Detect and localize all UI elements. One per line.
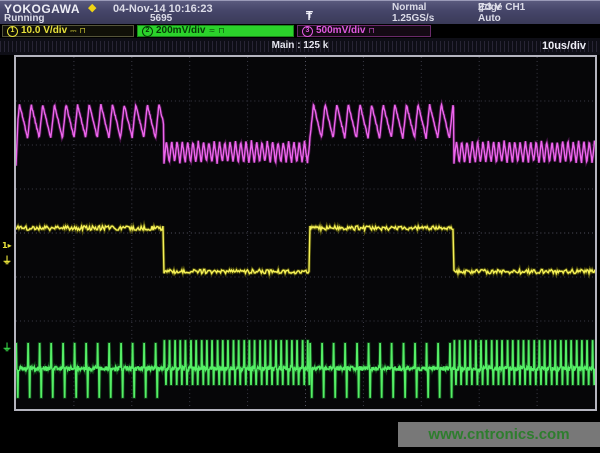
channel-2-coupling-icon: ≂	[208, 25, 215, 37]
time-per-div-label: 10us/div	[542, 40, 586, 52]
acquisition-count: 5695	[150, 13, 172, 24]
scope-header: YOKOGAWA ◆ 04-Nov-14 10:16:23 Running 56…	[0, 0, 600, 24]
trigger-top-marker: T	[306, 11, 313, 21]
channel-1-number-icon: 1	[7, 26, 18, 37]
sample-rate-label: 1.25GS/s	[392, 13, 434, 24]
waveform-display	[16, 57, 595, 409]
ch2-ground-marker: ⏚	[2, 344, 12, 354]
trigger-level-label: 2.3 V	[478, 2, 501, 13]
record-length-label: Main : 125 k	[0, 40, 600, 51]
trigger-mode-label: Normal	[392, 2, 426, 13]
channel-2-probe-icon: ⊓	[218, 25, 224, 37]
channel-2-badge[interactable]: 2 200mV/div ≂ ⊓	[137, 25, 294, 37]
channel-1-badge[interactable]: 1 10.0 V/div ⎓ ⊓	[2, 25, 134, 37]
channel-3-scale: 500mV/div	[316, 25, 365, 37]
channel-3-badge[interactable]: 3 500mV/div ⊓	[297, 25, 431, 37]
trigger-sweep-label: Auto	[478, 13, 501, 24]
channel-badge-row: 1 10.0 V/div ⎓ ⊓ 2 200mV/div ≂ ⊓ 3 500mV…	[0, 24, 600, 38]
trigger-settings: Edge CH1 2.3 V	[478, 2, 488, 13]
channel-2-scale: 200mV/div	[156, 25, 205, 37]
ch1-position-marker: 1▸	[2, 242, 12, 250]
brand-diamond-icon: ◆	[88, 1, 96, 14]
acquisition-status: Running	[4, 13, 45, 24]
channel-1-coupling-icon: ⎓	[70, 25, 76, 37]
graticule	[14, 55, 597, 411]
channel-1-probe-icon: ⊓	[80, 25, 86, 37]
channel-3-coupling-icon: ⊓	[368, 25, 374, 37]
channel-3-number-icon: 3	[302, 26, 313, 37]
ch1-ground-marker: ⏚	[2, 257, 12, 267]
timebase-bar: Main : 125 k 10us/div	[0, 38, 600, 55]
channel-1-scale: 10.0 V/div	[21, 25, 67, 37]
watermark-link[interactable]: www.cntronics.com	[398, 422, 600, 447]
channel-2-number-icon: 2	[142, 26, 153, 37]
